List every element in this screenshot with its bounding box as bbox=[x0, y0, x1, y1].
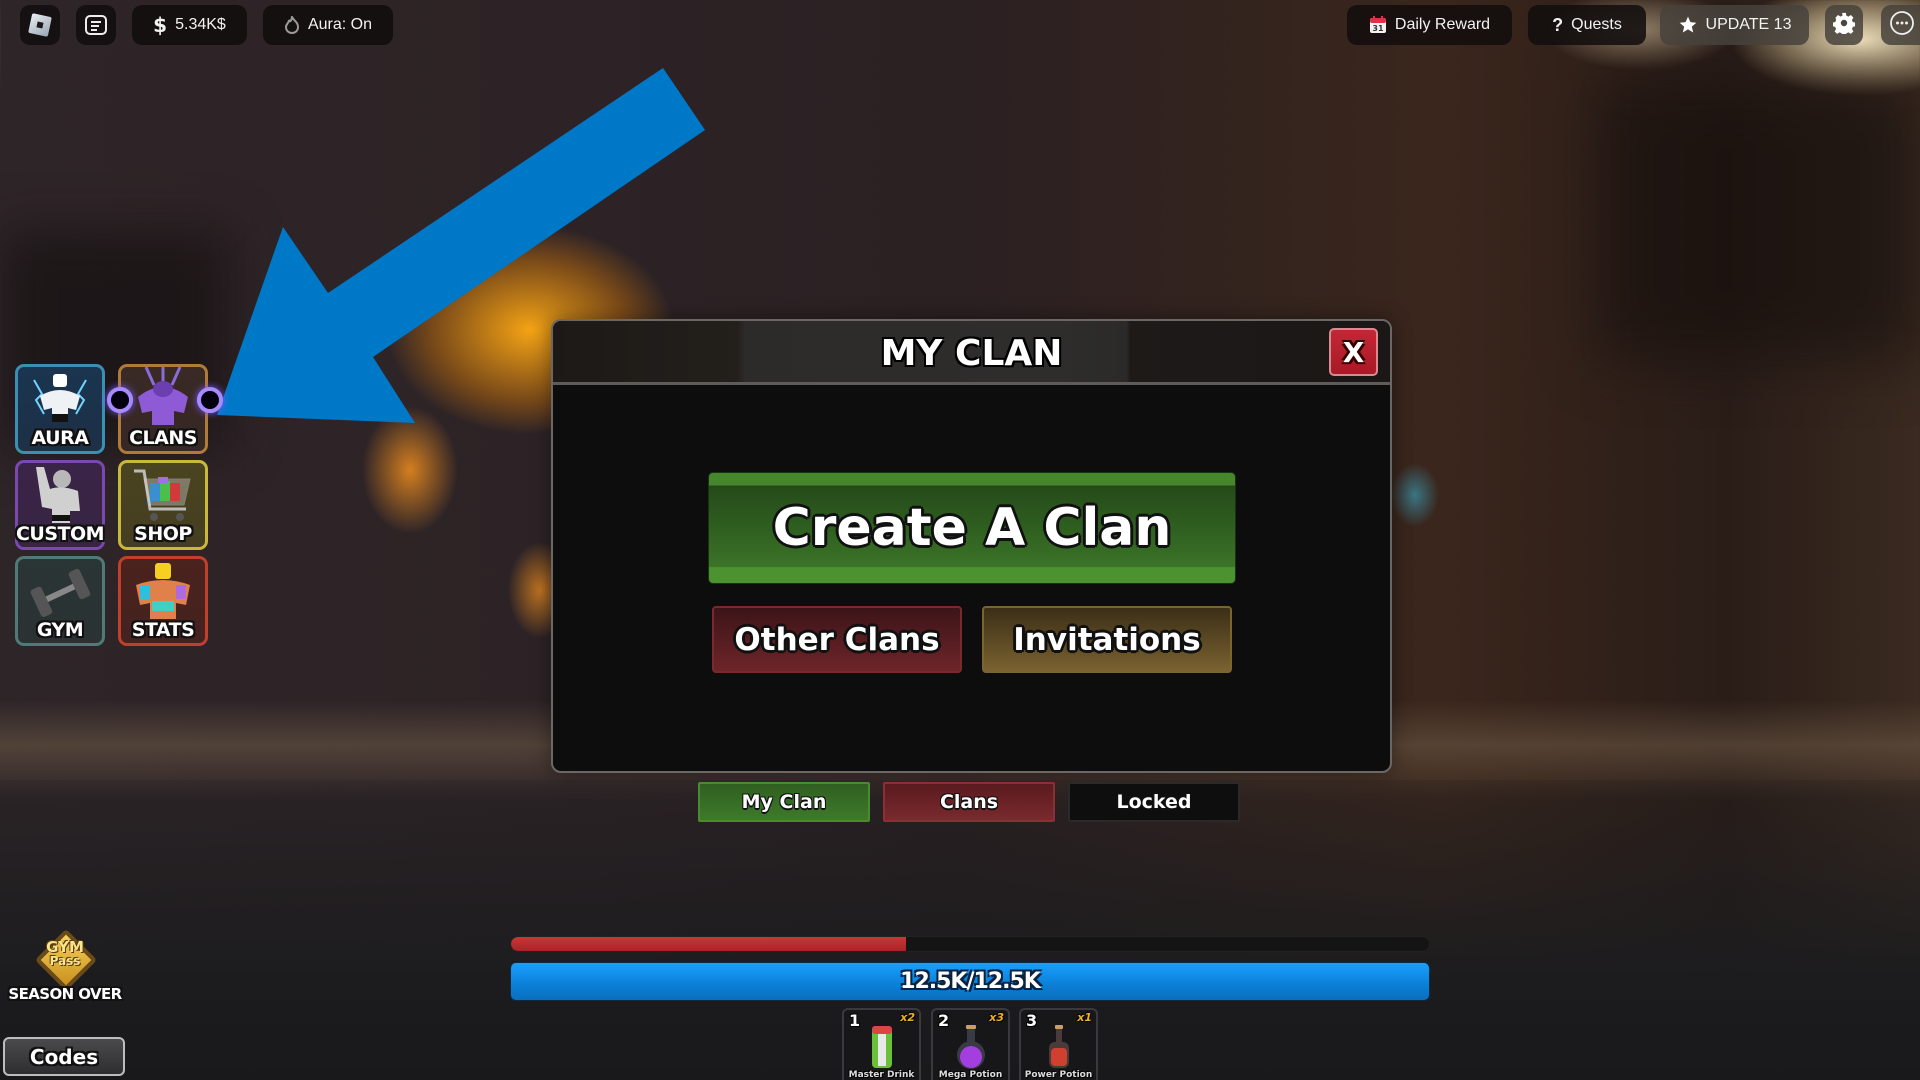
portal-ring-icon bbox=[197, 387, 223, 413]
side-menu-shop-button[interactable]: SHOP bbox=[118, 460, 208, 550]
dollar-icon: $ bbox=[153, 13, 168, 37]
slot-item-name: Master Drink bbox=[848, 1070, 915, 1080]
slot-number: 3 bbox=[1026, 1011, 1038, 1030]
invitations-button[interactable]: Invitations bbox=[982, 606, 1232, 673]
star-icon bbox=[1678, 15, 1698, 35]
quests-label: Quests bbox=[1571, 16, 1622, 33]
calendar-icon: 31 bbox=[1369, 16, 1387, 34]
more-options-icon bbox=[1889, 10, 1915, 41]
custom-bodybuilder-icon bbox=[18, 467, 102, 525]
energy-drink-can-icon bbox=[869, 1024, 895, 1074]
aura-flame-icon bbox=[284, 16, 300, 34]
quests-button[interactable]: ? Quests bbox=[1528, 5, 1646, 45]
stats-muscle-icon bbox=[121, 563, 205, 621]
close-button[interactable]: X bbox=[1329, 328, 1378, 376]
aura-muscle-icon bbox=[18, 371, 102, 429]
slot-quantity: x2 bbox=[900, 1011, 915, 1024]
portal-ring-icon bbox=[107, 387, 133, 413]
side-menu-label: CLANS bbox=[129, 427, 197, 449]
season-status: SEASON OVER bbox=[8, 985, 122, 1003]
side-menu-clans-button[interactable]: CLANS bbox=[107, 364, 223, 454]
purple-potion-icon bbox=[954, 1024, 988, 1074]
settings-button[interactable] bbox=[1825, 5, 1863, 45]
question-icon: ? bbox=[1552, 14, 1564, 35]
slot-number: 1 bbox=[849, 1011, 861, 1030]
side-menu-custom-button[interactable]: CUSTOM bbox=[15, 460, 105, 550]
slot-item-name: Power Potion bbox=[1024, 1070, 1093, 1080]
other-clans-button[interactable]: Other Clans bbox=[712, 606, 962, 673]
chat-icon bbox=[85, 15, 107, 35]
health-bar-text: 12.5K/12.5K bbox=[900, 969, 1041, 994]
more-options-button[interactable] bbox=[1881, 5, 1920, 45]
gym-pass-line1: GYM bbox=[46, 938, 84, 956]
chat-button[interactable] bbox=[76, 5, 116, 45]
calendar-day: 31 bbox=[1372, 24, 1384, 33]
dumbbell-icon bbox=[18, 563, 102, 621]
side-menu-gym-button[interactable]: GYM bbox=[15, 556, 105, 646]
stamina-bar bbox=[510, 936, 1430, 952]
roblox-menu-button[interactable] bbox=[20, 5, 60, 45]
red-potion-icon bbox=[1044, 1024, 1074, 1074]
stamina-bar-fill bbox=[511, 937, 906, 951]
slot-quantity: x3 bbox=[989, 1011, 1004, 1024]
hotbar-slot-2[interactable]: 2 x3 Mega Potion bbox=[931, 1008, 1010, 1080]
side-menu-label: AURA bbox=[31, 427, 89, 449]
roblox-logo-icon bbox=[28, 13, 52, 37]
side-menu-aura-button[interactable]: AURA bbox=[15, 364, 105, 454]
codes-button[interactable]: Codes bbox=[3, 1037, 125, 1076]
background-shadow-right bbox=[1600, 80, 1920, 360]
slot-quantity: x1 bbox=[1077, 1011, 1092, 1024]
currency-value: 5.34K$ bbox=[175, 16, 226, 33]
gear-icon bbox=[1832, 12, 1856, 39]
hotbar-slot-3[interactable]: 3 x1 Power Potion bbox=[1019, 1008, 1098, 1080]
tab-my-clan[interactable]: My Clan bbox=[698, 782, 870, 822]
slot-number: 2 bbox=[938, 1011, 950, 1030]
side-menu-label: SHOP bbox=[134, 523, 192, 545]
dialog-header: MY CLAN X bbox=[553, 321, 1390, 385]
gym-pass-line2: Pass bbox=[49, 954, 81, 968]
tab-locked[interactable]: Locked bbox=[1068, 782, 1240, 822]
my-clan-dialog: MY CLAN X Create A Clan Other Clans Invi… bbox=[551, 319, 1392, 773]
create-clan-button[interactable]: Create A Clan bbox=[708, 472, 1236, 584]
daily-reward-label: Daily Reward bbox=[1394, 16, 1491, 33]
daily-reward-button[interactable]: 31 Daily Reward bbox=[1347, 5, 1512, 45]
gym-pass-label: GYM Pass bbox=[30, 938, 100, 969]
aura-label: Aura: On bbox=[307, 16, 373, 33]
slot-item-name: Mega Potion bbox=[938, 1070, 1003, 1080]
close-icon: X bbox=[1342, 335, 1365, 369]
clans-purple-muscle-icon bbox=[121, 367, 205, 429]
shopping-cart-icon bbox=[121, 467, 205, 525]
health-bar: 12.5K/12.5K bbox=[510, 962, 1430, 1001]
update-label: UPDATE 13 bbox=[1705, 16, 1792, 33]
side-menu-label: STATS bbox=[131, 619, 195, 641]
side-menu-stats-button[interactable]: STATS bbox=[118, 556, 208, 646]
aura-toggle-button[interactable]: Aura: On bbox=[263, 5, 393, 45]
update-button[interactable]: UPDATE 13 bbox=[1660, 5, 1809, 45]
tab-clans[interactable]: Clans bbox=[883, 782, 1055, 822]
side-menu-label: GYM bbox=[36, 619, 84, 641]
dialog-title: MY CLAN bbox=[880, 333, 1063, 374]
hotbar-slot-1[interactable]: 1 x2 Master Drink bbox=[842, 1008, 921, 1080]
currency-display: $ 5.34K$ bbox=[132, 5, 247, 45]
side-menu-label: CUSTOM bbox=[15, 523, 105, 545]
